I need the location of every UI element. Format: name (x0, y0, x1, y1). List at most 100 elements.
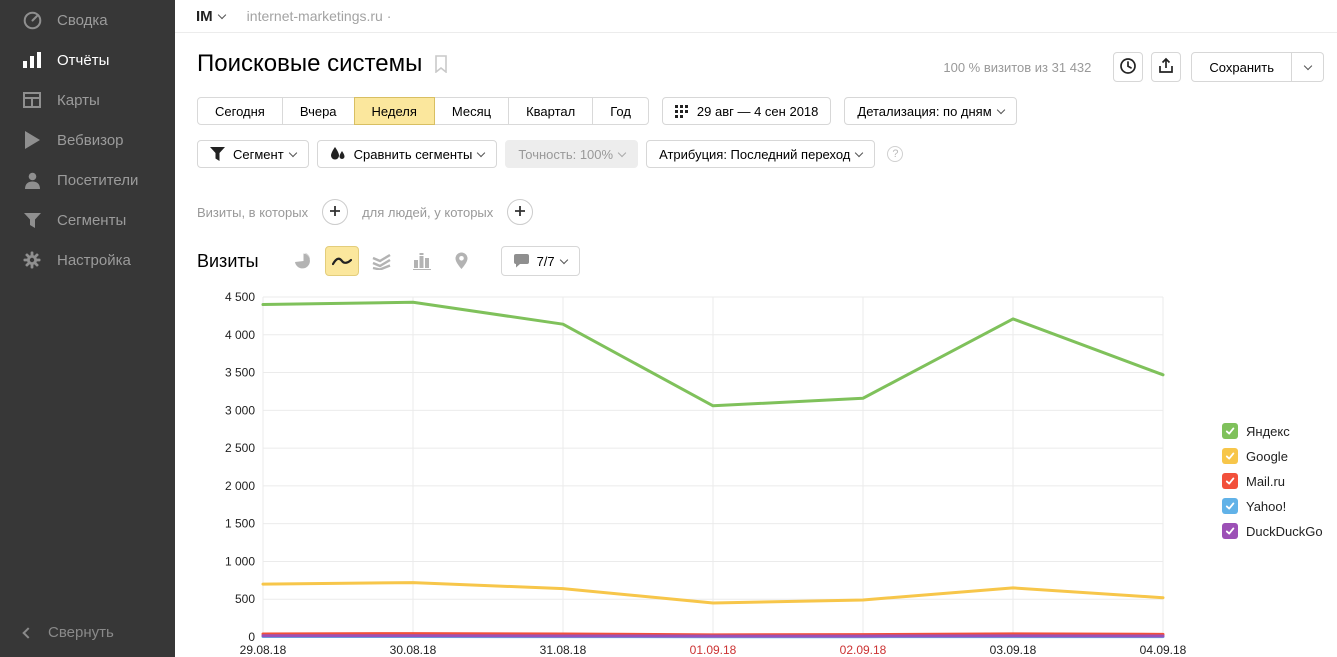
segment-label: Сегмент (233, 147, 284, 162)
svg-text:3 500: 3 500 (225, 366, 255, 380)
sidebar-item-label: Карты (57, 92, 100, 109)
add-people-condition-button[interactable] (507, 199, 533, 225)
help-icon[interactable]: ? (887, 146, 903, 162)
bookmark-icon[interactable] (434, 55, 448, 73)
sidebar-item-summary[interactable]: Сводка (0, 0, 175, 40)
svg-text:31.08.18: 31.08.18 (540, 643, 587, 657)
period-tab-week[interactable]: Неделя (354, 97, 435, 125)
plus-icon (514, 205, 526, 220)
period-tab-yesterday[interactable]: Вчера (282, 97, 355, 125)
collapse-sidebar-button[interactable]: Свернуть (24, 624, 114, 641)
page-title: Поисковые системы (197, 50, 422, 78)
sidebar-item-label: Отчёты (57, 52, 109, 69)
legend-label: Yahoo! (1246, 499, 1286, 514)
sidebar-item-maps[interactable]: Карты (0, 80, 175, 120)
chart-legend: Яндекс Google Mail.ru Yahoo! DuckDuckGo (1222, 423, 1323, 548)
webvisor-icon (22, 130, 42, 150)
chevron-left-icon (22, 627, 33, 638)
chevron-down-icon (618, 149, 626, 157)
sidebar-items: Сводка Отчёты Карты ВебвизорПосетители Сегме… (0, 0, 175, 280)
people-condition-hint: для людей, у которых (362, 205, 493, 220)
period-tab-month[interactable]: Месяц (434, 97, 509, 125)
visits-chart: 05001 0001 5002 0002 5003 0003 5004 0004… (210, 290, 1195, 657)
svg-text:3 000: 3 000 (225, 403, 255, 417)
collapse-label: Свернуть (48, 624, 114, 641)
date-range-button[interactable]: 29 авг — 4 сен 2018 (662, 97, 831, 125)
sidebar-item-visitors[interactable]: Посетители (0, 160, 175, 200)
detalization-button[interactable]: Детализация: по дням (844, 97, 1016, 125)
svg-text:4 500: 4 500 (225, 290, 255, 304)
svg-text:4 000: 4 000 (225, 328, 255, 342)
pie-chart-icon[interactable] (285, 246, 319, 276)
title-row: Поисковые системы (197, 50, 448, 78)
chevron-down-icon (217, 11, 225, 19)
checkbox-checked-icon (1222, 498, 1238, 514)
svg-text:2 500: 2 500 (225, 441, 255, 455)
legend-label: Mail.ru (1246, 474, 1285, 489)
attribution-label: Атрибуция: Последний переход (659, 147, 850, 162)
history-button[interactable] (1113, 52, 1143, 82)
sidebar-item-webvisor[interactable]: Вебвизор (0, 120, 175, 160)
chevron-down-icon (288, 149, 296, 157)
line-chart-icon[interactable] (325, 246, 359, 276)
goals-button[interactable]: 7/7 (501, 246, 580, 276)
svg-text:2 000: 2 000 (225, 479, 255, 493)
reports-icon (22, 50, 42, 70)
sidebar-item-label: Сводка (57, 12, 108, 29)
detalization-label: Детализация: по дням (857, 104, 991, 119)
funnel-icon (210, 147, 225, 161)
stacked-areas-icon[interactable] (365, 246, 399, 276)
legend-label: Яндекс (1246, 424, 1290, 439)
sidebar: Сводка Отчёты Карты ВебвизорПосетители Сегме… (0, 0, 175, 657)
add-visit-condition-button[interactable] (322, 199, 348, 225)
maps-icon (22, 90, 42, 110)
svg-text:500: 500 (235, 592, 255, 606)
svg-text:02.09.18: 02.09.18 (840, 643, 887, 657)
sidebar-item-label: Сегменты (57, 212, 126, 229)
svg-text:04.09.18: 04.09.18 (1140, 643, 1187, 657)
save-options-button[interactable] (1292, 52, 1324, 82)
main-area: IM internet-marketings.ru · Поисковые си… (175, 0, 1337, 657)
legend-item-яндекс[interactable]: Яндекс (1222, 423, 1323, 439)
save-button[interactable]: Сохранить (1191, 52, 1292, 82)
period-tab-year[interactable]: Год (592, 97, 649, 125)
period-row: СегодняВчераНеделяМесяцКварталГод 29 авг… (197, 97, 1017, 125)
sidebar-item-segments[interactable]: Сегменты (0, 200, 175, 240)
drops-icon (330, 147, 346, 162)
chevron-down-icon (559, 256, 567, 264)
svg-text:1 000: 1 000 (225, 554, 255, 568)
legend-label: Google (1246, 449, 1288, 464)
chevron-down-icon (996, 106, 1004, 114)
legend-item-mail-ru[interactable]: Mail.ru (1222, 473, 1323, 489)
calendar-grid-icon (675, 104, 689, 118)
sidebar-item-label: Настройка (57, 252, 131, 269)
metric-row: Визиты 7/7 (197, 246, 580, 276)
compare-segments-button[interactable]: Сравнить сегменты (317, 140, 498, 168)
visits-condition-hint: Визиты, в которых (197, 205, 308, 220)
sidebar-item-reports[interactable]: Отчёты (0, 40, 175, 80)
save-split-button: Сохранить (1191, 52, 1324, 82)
goals-counter: 7/7 (537, 254, 555, 269)
period-tab-quarter[interactable]: Квартал (508, 97, 593, 125)
svg-text:01.09.18: 01.09.18 (690, 643, 737, 657)
sidebar-item-settings[interactable]: Настройка (0, 240, 175, 280)
checkbox-checked-icon (1222, 473, 1238, 489)
line-chart: 05001 0001 5002 0002 5003 0003 5004 0004… (210, 290, 1195, 657)
metric-title: Визиты (197, 251, 259, 272)
segment-button[interactable]: Сегмент (197, 140, 309, 168)
map-pin-icon[interactable] (445, 246, 479, 276)
counter-switcher[interactable]: IM (196, 8, 213, 25)
filters-row: Сегмент Сравнить сегменты Точность: 100%… (197, 140, 903, 168)
export-button[interactable] (1151, 52, 1181, 82)
columns-chart-icon[interactable] (405, 246, 439, 276)
summary-icon (22, 10, 42, 30)
legend-item-yahoo-[interactable]: Yahoo! (1222, 498, 1323, 514)
checkbox-checked-icon (1222, 448, 1238, 464)
counter-domain: internet-marketings.ru · (247, 8, 392, 24)
legend-item-google[interactable]: Google (1222, 448, 1323, 464)
accuracy-button[interactable]: Точность: 100% (505, 140, 638, 168)
period-tab-today[interactable]: Сегодня (197, 97, 283, 125)
svg-text:0: 0 (248, 630, 255, 644)
legend-item-duckduckgo[interactable]: DuckDuckGo (1222, 523, 1323, 539)
attribution-button[interactable]: Атрибуция: Последний переход (646, 140, 875, 168)
